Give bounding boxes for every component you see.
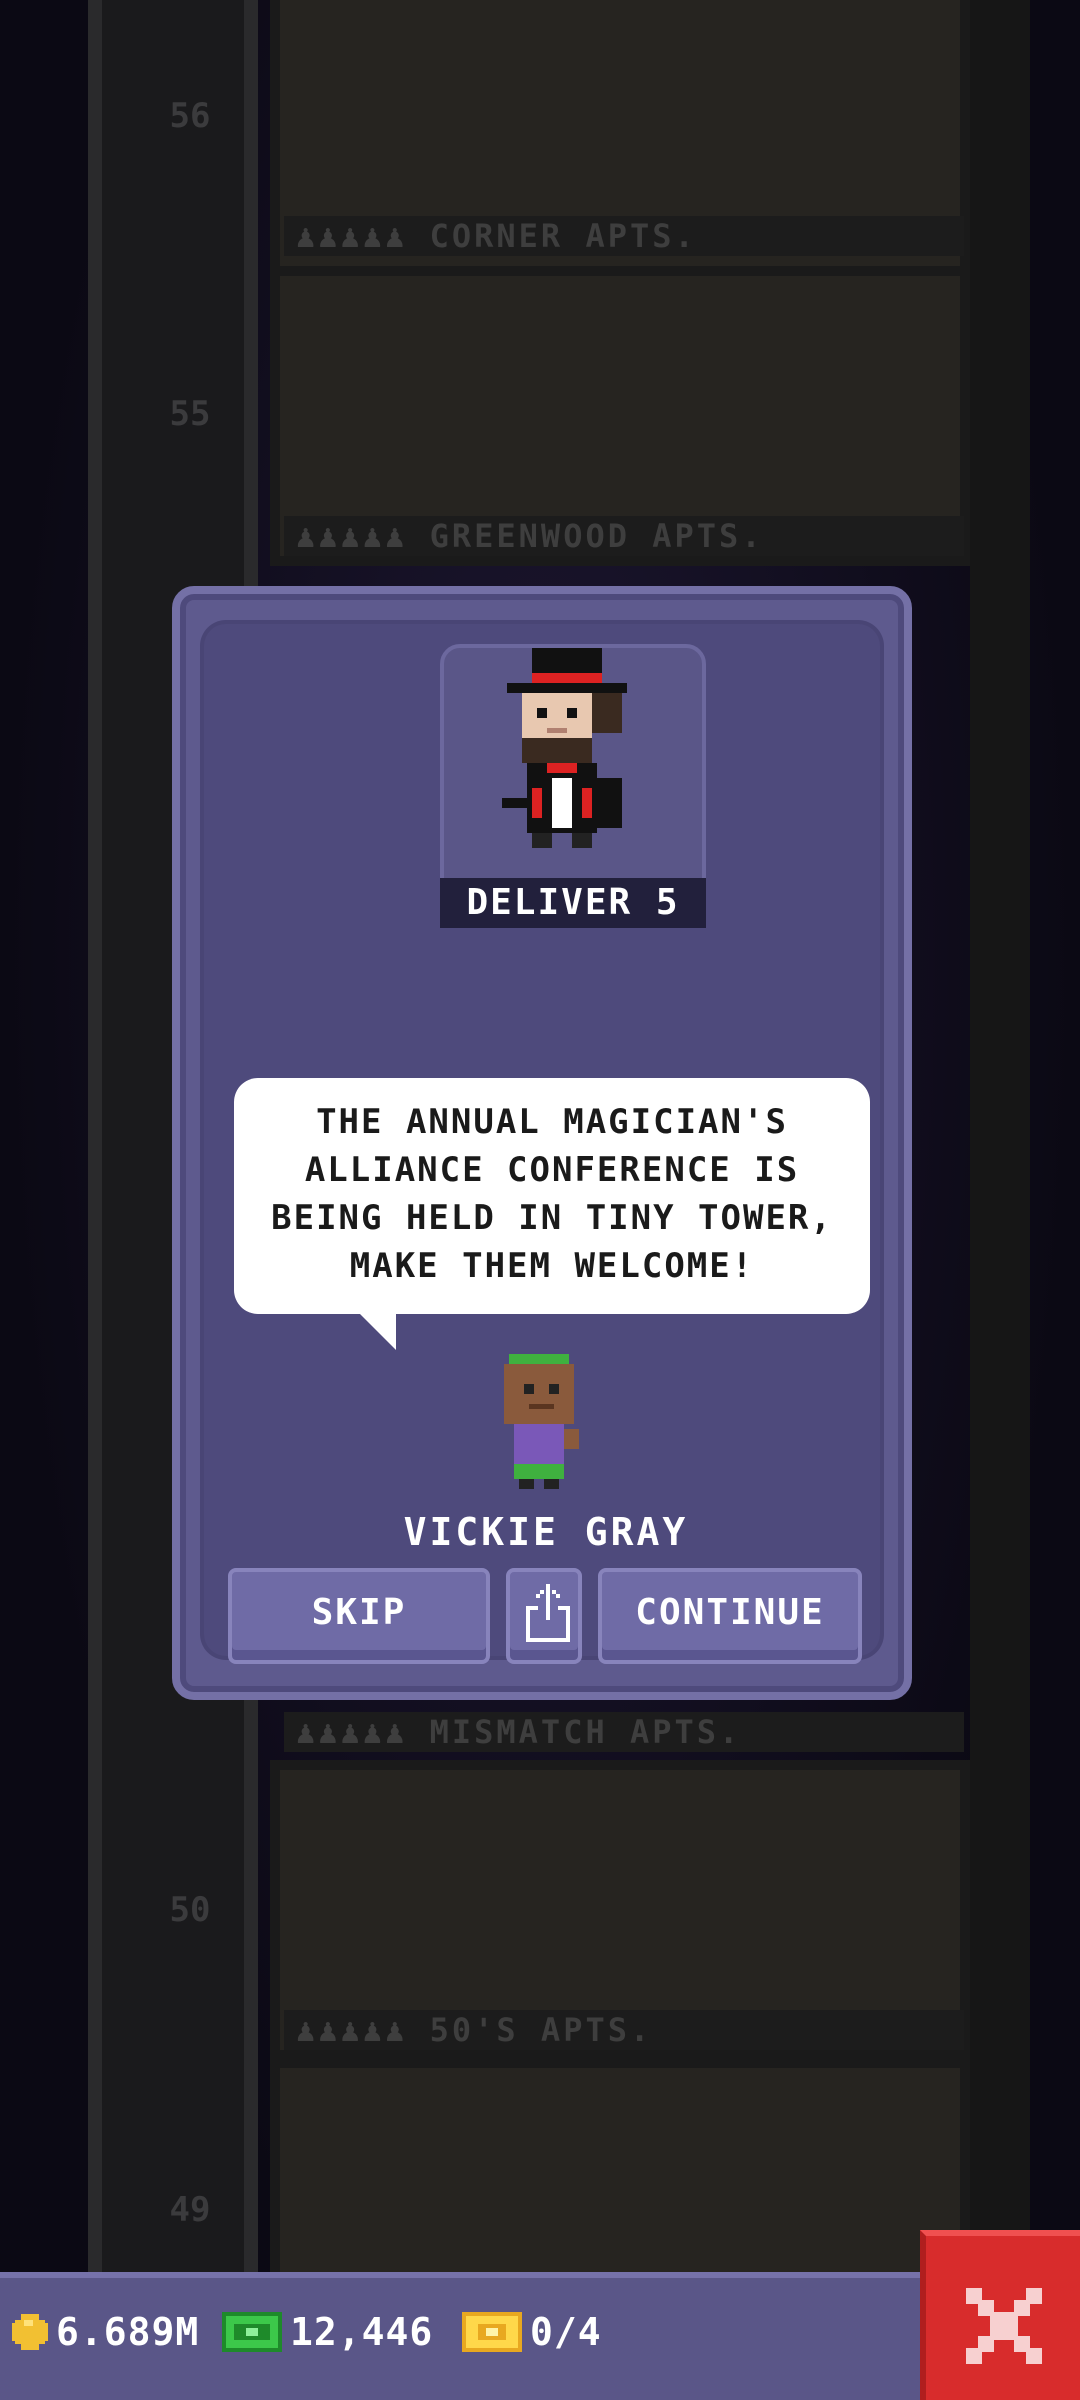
floor-number: 50 [169, 1890, 211, 1930]
coins-value: 6.689M [56, 2310, 200, 2354]
skip-button[interactable]: SKIP [228, 1568, 490, 1664]
tickets-stat: 0/4 [462, 2302, 602, 2362]
share-icon [526, 1584, 570, 1642]
speech-bubble: THE ANNUAL MAGICIAN'S ALLIANCE CONFERENC… [234, 1078, 870, 1314]
floor-number: 55 [169, 394, 211, 434]
floor-label: ♟♟♟♟♟ MISMATCH APTS. [284, 1712, 964, 1752]
floor-label: ♟♟♟♟♟ GREENWOOD APTS. [284, 516, 964, 556]
floor-49 [270, 2058, 970, 2288]
close-button[interactable] [920, 2230, 1080, 2400]
speaker-avatar [504, 1354, 579, 1489]
coin-icon [12, 2314, 48, 2350]
floor-label: ♟♟♟♟♟ CORNER APTS. [284, 216, 964, 256]
bux-icon [222, 2312, 282, 2352]
speaker-name: VICKIE GRAY [403, 1510, 689, 1554]
status-bar: 6.689M 12,446 0/4 [0, 2272, 920, 2400]
tickets-value: 0/4 [530, 2310, 602, 2354]
magician-icon [502, 648, 627, 848]
magician-portrait [440, 644, 706, 918]
coins-stat: 6.689M [12, 2302, 199, 2362]
bux-stat: 12,446 [222, 2302, 433, 2362]
golden-ticket-icon [462, 2312, 522, 2352]
mission-dialog-panel: DELIVER 5 THE ANNUAL MAGICIAN'S ALLIANCE… [200, 620, 884, 1664]
floor-number: 49 [169, 2190, 211, 2230]
floor-label: ♟♟♟♟♟ 50'S APTS. [284, 2010, 964, 2050]
speech-bubble-tail [356, 1310, 396, 1350]
tower-pillar [970, 0, 1030, 2290]
continue-button[interactable]: CONTINUE [598, 1568, 862, 1664]
bux-value: 12,446 [290, 2310, 434, 2354]
task-label: DELIVER 5 [440, 878, 706, 928]
mission-dialog: DELIVER 5 THE ANNUAL MAGICIAN'S ALLIANCE… [172, 586, 912, 1700]
floor-number: 56 [169, 96, 211, 136]
close-icon [966, 2288, 1042, 2364]
share-button[interactable] [506, 1568, 582, 1664]
